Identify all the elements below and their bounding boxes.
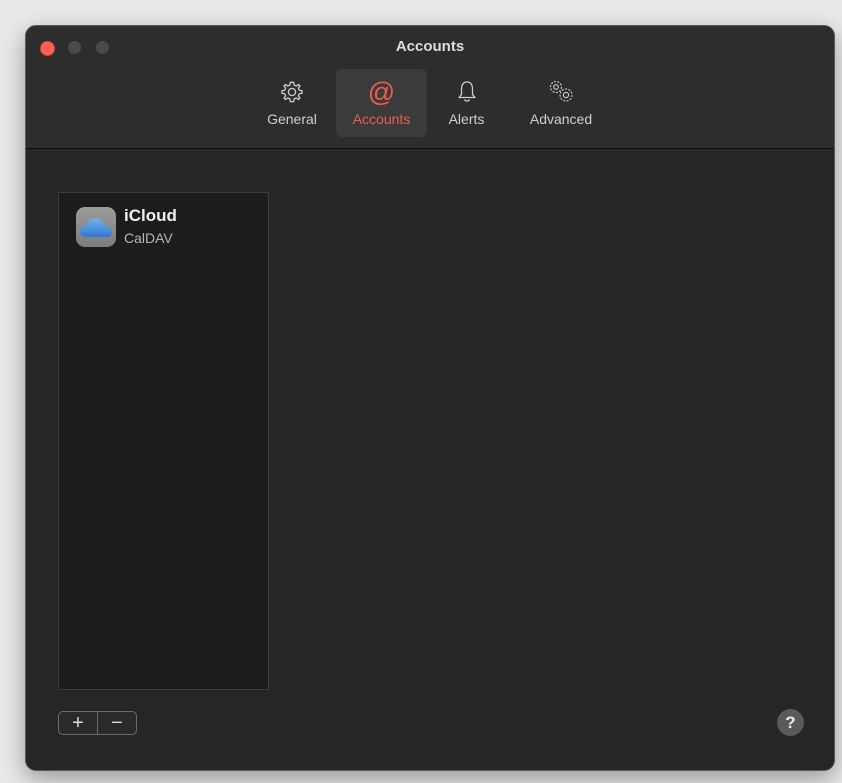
tab-general-label: General xyxy=(267,111,317,127)
help-button[interactable]: ? xyxy=(777,709,804,736)
icloud-icon xyxy=(76,207,116,247)
account-row-icloud[interactable]: iCloud CalDAV xyxy=(59,193,268,259)
account-name: iCloud xyxy=(124,206,177,225)
gear-icon xyxy=(279,77,305,107)
tab-accounts[interactable]: @ Accounts xyxy=(336,69,427,137)
preferences-toolbar: General @ Accounts Alerts Advanced xyxy=(26,69,834,139)
add-account-button[interactable]: + xyxy=(59,712,97,734)
tab-advanced-label: Advanced xyxy=(529,111,593,127)
preferences-window: Accounts General @ Accounts Alerts Advan… xyxy=(25,25,835,771)
gears-icon xyxy=(545,77,577,107)
add-remove-buttons: + − xyxy=(58,711,137,735)
tab-alerts-label: Alerts xyxy=(448,111,485,127)
remove-account-button[interactable]: − xyxy=(97,712,136,734)
accounts-pane: iCloud CalDAV + − ? xyxy=(26,149,834,770)
tab-alerts[interactable]: Alerts xyxy=(434,69,499,137)
account-list[interactable]: iCloud CalDAV xyxy=(58,192,269,690)
tab-accounts-label: Accounts xyxy=(352,111,411,127)
title-bar: Accounts General @ Accounts Alerts Advan… xyxy=(26,26,834,149)
at-sign-icon: @ xyxy=(367,77,396,107)
tab-advanced[interactable]: Advanced xyxy=(516,69,606,137)
account-type: CalDAV xyxy=(124,230,173,246)
tab-general[interactable]: General xyxy=(256,69,328,137)
bell-icon xyxy=(455,77,479,107)
window-title: Accounts xyxy=(395,38,465,55)
